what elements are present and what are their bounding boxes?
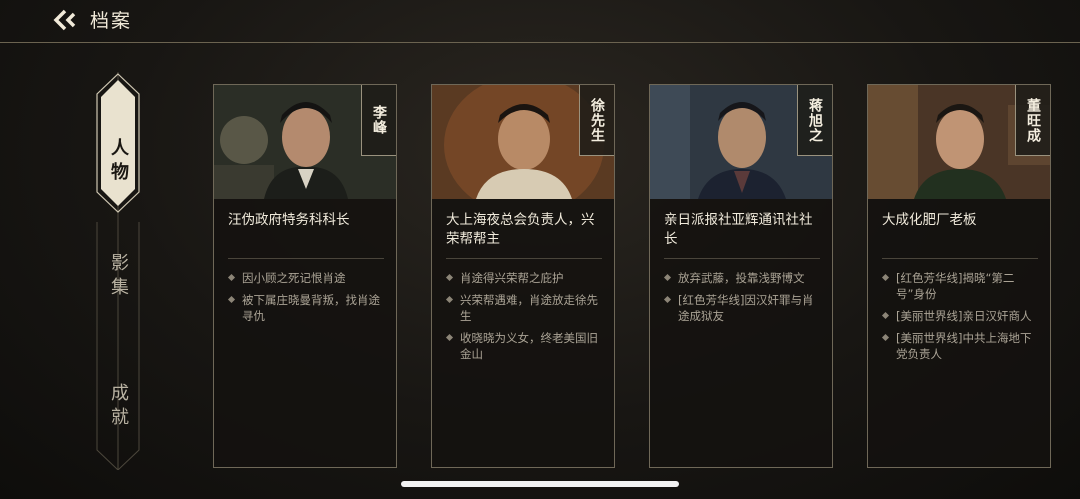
character-role: 大成化肥厂老板 — [882, 212, 977, 228]
divider — [664, 258, 820, 259]
detail-text: [红色芳华线]揭晓“第二号”身份 — [896, 271, 1015, 301]
category-tabs: 人物 影集 成就 — [95, 72, 141, 470]
detail-text: 肖途得兴荣帮之庇护 — [460, 271, 564, 285]
diamond-bullet-icon — [881, 273, 890, 282]
detail-item: [美丽世界线]亲日汉奸商人 — [881, 308, 1042, 324]
character-role: 亲日派报社亚辉通讯社社长 — [664, 212, 813, 247]
detail-item: [美丽世界线]中共上海地下党负责人 — [881, 330, 1042, 362]
header-bar: 档案 — [0, 0, 1080, 43]
character-name: 徐先生 — [579, 85, 614, 156]
double-chevron-left-icon[interactable] — [52, 8, 80, 32]
detail-text: 放弃武藤，投靠浅野博文 — [678, 271, 805, 285]
detail-item: 收晓晓为义女，终老美国旧金山 — [445, 330, 606, 362]
detail-text: 兴荣帮遇难，肖途放走徐先生 — [460, 293, 598, 323]
detail-text: 因小顾之死记恨肖途 — [242, 271, 346, 285]
diamond-bullet-icon — [881, 311, 890, 320]
divider — [228, 258, 384, 259]
detail-item: [红色芳华线]揭晓“第二号”身份 — [881, 270, 1042, 302]
detail-item: 兴荣帮遇难，肖途放走徐先生 — [445, 292, 606, 324]
diamond-bullet-icon — [445, 295, 454, 304]
character-role: 汪伪政府特务科科长 — [228, 212, 350, 228]
character-details: [红色芳华线]揭晓“第二号”身份 [美丽世界线]亲日汉奸商人 [美丽世界线]中共… — [881, 270, 1042, 368]
character-details: 放弃武藤，投靠浅野博文 [红色芳华线]因汉奸罪与肖途成狱友 — [663, 270, 824, 330]
diamond-bullet-icon — [663, 295, 672, 304]
character-name: 李峰 — [361, 85, 396, 156]
character-role: 大上海夜总会负责人，兴荣帮帮主 — [446, 212, 595, 247]
tab-album[interactable]: 影集 — [95, 247, 141, 307]
tab-characters[interactable]: 人物 — [95, 112, 141, 212]
character-card-jiang-xuzhi[interactable]: 蒋旭之 亲日派报社亚辉通讯社社长 放弃武藤，投靠浅野博文 [红色芳华线]因汉奸罪… — [649, 84, 833, 468]
tab-achievements[interactable]: 成就 — [95, 377, 141, 437]
divider — [882, 258, 1038, 259]
character-card-dong-wangcheng[interactable]: 董旺成 大成化肥厂老板 [红色芳华线]揭晓“第二号”身份 [美丽世界线]亲日汉奸… — [867, 84, 1051, 468]
detail-text: [美丽世界线]中共上海地下党负责人 — [896, 331, 1032, 361]
character-name: 董旺成 — [1015, 85, 1050, 156]
detail-item: 肖途得兴荣帮之庇护 — [445, 270, 606, 286]
diamond-bullet-icon — [227, 295, 236, 304]
diamond-bullet-icon — [663, 273, 672, 282]
detail-item: 因小顾之死记恨肖途 — [227, 270, 388, 286]
character-card-li-feng[interactable]: 李峰 汪伪政府特务科科长 因小顾之死记恨肖途 被下属庄晓曼背叛，找肖途寻仇 — [213, 84, 397, 468]
diamond-bullet-icon — [227, 273, 236, 282]
home-indicator[interactable] — [401, 481, 679, 487]
divider — [446, 258, 602, 259]
detail-item: 放弃武藤，投靠浅野博文 — [663, 270, 824, 286]
character-name: 蒋旭之 — [797, 85, 832, 156]
diamond-bullet-icon — [445, 273, 454, 282]
detail-text: 收晓晓为义女，终老美国旧金山 — [460, 331, 598, 361]
page-title: 档案 — [90, 10, 133, 32]
detail-text: [美丽世界线]亲日汉奸商人 — [896, 309, 1032, 323]
character-details: 肖途得兴荣帮之庇护 兴荣帮遇难，肖途放走徐先生 收晓晓为义女，终老美国旧金山 — [445, 270, 606, 368]
detail-item: [红色芳华线]因汉奸罪与肖途成狱友 — [663, 292, 824, 324]
detail-text: 被下属庄晓曼背叛，找肖途寻仇 — [242, 293, 380, 323]
character-details: 因小顾之死记恨肖途 被下属庄晓曼背叛，找肖途寻仇 — [227, 270, 388, 330]
diamond-bullet-icon — [445, 333, 454, 342]
detail-item: 被下属庄晓曼背叛，找肖途寻仇 — [227, 292, 388, 324]
diamond-bullet-icon — [881, 333, 890, 342]
detail-text: [红色芳华线]因汉奸罪与肖途成狱友 — [678, 293, 814, 323]
character-card-xu[interactable]: 徐先生 大上海夜总会负责人，兴荣帮帮主 肖途得兴荣帮之庇护 兴荣帮遇难，肖途放走… — [431, 84, 615, 468]
